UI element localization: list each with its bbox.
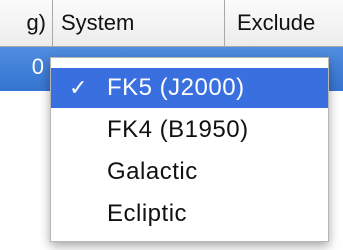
column-header-label: System (61, 10, 135, 35)
table-header: g) System Exclude (0, 0, 343, 47)
table-cell: 0 (31, 54, 44, 79)
column-header-truncated[interactable]: g) (0, 0, 52, 46)
menu-item-fk5[interactable]: ✓ FK5 (J2000) (51, 68, 328, 108)
menu-item-label: Galactic (107, 158, 198, 185)
column-header-system[interactable]: System (53, 0, 224, 46)
column-header-label: g) (26, 10, 46, 35)
column-header-exclude[interactable]: Exclude (225, 0, 343, 46)
menu-item-label: FK4 (B1950) (107, 116, 249, 143)
menu-item-label: Ecliptic (107, 200, 188, 227)
menu-item-ecliptic[interactable]: Ecliptic (51, 194, 328, 234)
checkmark-icon: ✓ (69, 75, 88, 100)
coordinate-system-popup-menu: ✓ FK5 (J2000) FK4 (B1950) Galactic Eclip… (50, 57, 329, 242)
menu-item-galactic[interactable]: Galactic (51, 152, 328, 192)
column-header-label: Exclude (237, 10, 316, 35)
menu-item-label: FK5 (J2000) (107, 74, 245, 101)
menu-item-fk4[interactable]: FK4 (B1950) (51, 110, 328, 150)
